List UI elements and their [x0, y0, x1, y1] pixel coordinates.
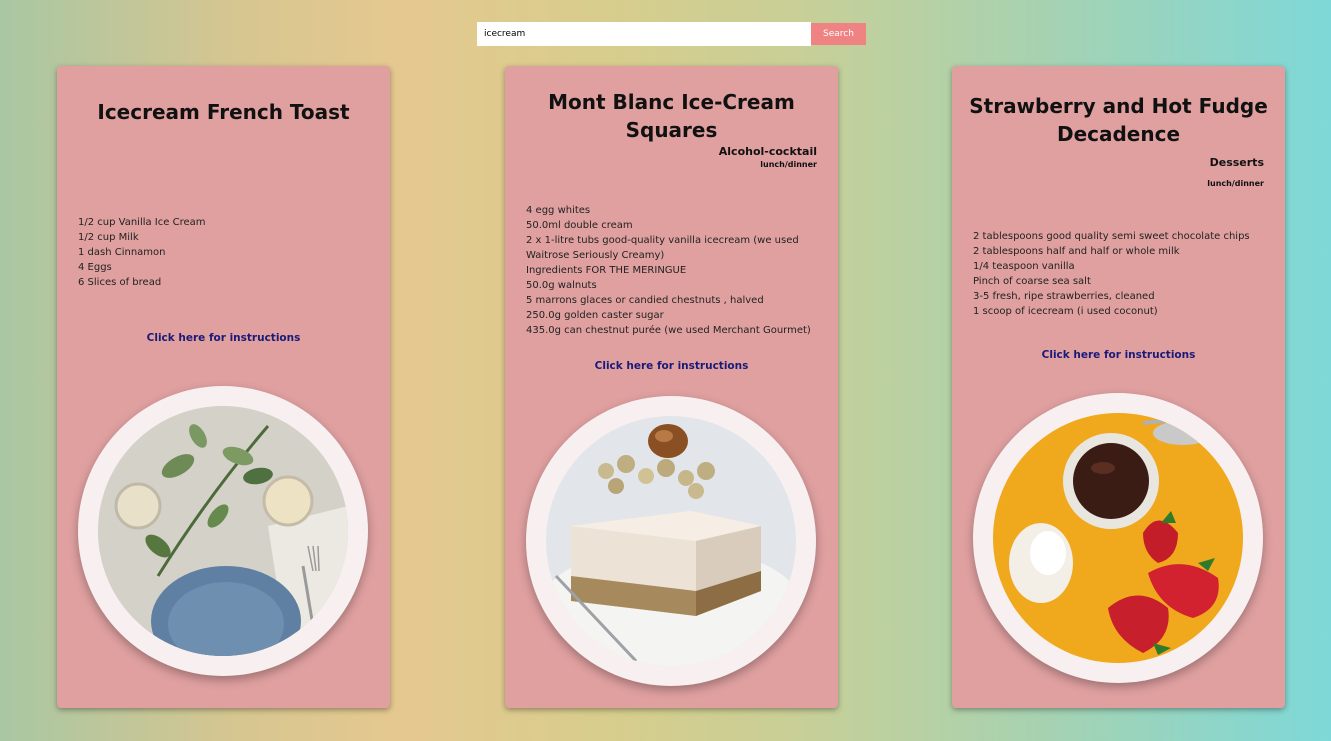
ingredient-item: Ingredients FOR THE MERINGUE: [526, 265, 687, 276]
recipe-category: Desserts: [1209, 156, 1264, 169]
ingredient-item: 1/2 cup Milk: [78, 232, 139, 243]
strawberry-fudge-photo: [993, 413, 1243, 663]
ingredient-list: 1/2 cup Vanilla Ice Cream 1/2 cup Milk 1…: [78, 215, 370, 290]
recipe-image-frame: [973, 393, 1263, 683]
ingredient-item: 3-5 fresh, ripe strawberries, cleaned: [973, 291, 1155, 302]
search-button[interactable]: Search: [811, 23, 866, 45]
instructions-link[interactable]: Click here for instructions: [505, 360, 838, 372]
recipe-card: Mont Blanc Ice-Cream Squares Alcohol-coc…: [505, 66, 838, 708]
ingredient-item: 1 dash Cinnamon: [78, 247, 166, 258]
recipe-image-frame: [526, 396, 816, 686]
ingredient-item: 2 tablespoons half and half or whole mil…: [973, 246, 1180, 257]
ingredient-list: 4 egg whites 50.0ml double cream 2 x 1-l…: [526, 203, 818, 338]
recipe-title: Mont Blanc Ice-Cream Squares: [548, 90, 795, 142]
ingredient-item: 250.0g golden caster sugar: [526, 310, 664, 321]
recipe-card: Icecream French Toast 1/2 cup Vanilla Ic…: [57, 66, 390, 708]
ingredient-item: 2 x 1-litre tubs good-quality vanilla ic…: [526, 235, 799, 246]
ingredient-item: 2 tablespoons good quality semi sweet ch…: [973, 231, 1250, 242]
table-setting-photo: [98, 406, 348, 656]
search-bar: Search: [477, 22, 866, 46]
ingredient-item: 6 Slices of bread: [78, 277, 162, 288]
ingredient-item: 50.0ml double cream: [526, 220, 633, 231]
ingredient-item: 5 marrons glaces or candied chestnuts , …: [526, 295, 764, 306]
ingredient-item: 50.0g walnuts: [526, 280, 597, 291]
ingredient-item: 1/2 cup Vanilla Ice Cream: [78, 217, 206, 228]
recipe-meal-type: lunch/dinner: [1207, 179, 1264, 188]
ingredient-item: 4 Eggs: [78, 262, 112, 273]
ingredient-list: 2 tablespoons good quality semi sweet ch…: [973, 229, 1265, 319]
search-input[interactable]: [477, 22, 811, 46]
recipe-image-frame: [78, 386, 368, 676]
ingredient-item: Waitrose Seriously Creamy): [526, 250, 665, 261]
ice-cream-square-photo: [546, 416, 796, 666]
recipe-title: Strawberry and Hot Fudge Decadence: [969, 94, 1268, 146]
ingredient-item: 4 egg whites: [526, 205, 591, 216]
recipe-category: Alcohol-cocktail: [718, 145, 817, 158]
recipe-meal-type: lunch/dinner: [760, 160, 817, 169]
ingredient-item: Pinch of coarse sea salt: [973, 276, 1091, 287]
ingredient-item: 1/4 teaspoon vanilla: [973, 261, 1075, 272]
recipe-card: Strawberry and Hot Fudge Decadence Desse…: [952, 66, 1285, 708]
instructions-link[interactable]: Click here for instructions: [57, 332, 390, 344]
instructions-link[interactable]: Click here for instructions: [952, 349, 1285, 361]
recipe-title: Icecream French Toast: [97, 100, 350, 124]
ingredient-item: 435.0g can chestnut purée (we used Merch…: [526, 325, 811, 336]
ingredient-item: 1 scoop of icecream (i used coconut): [973, 306, 1158, 317]
